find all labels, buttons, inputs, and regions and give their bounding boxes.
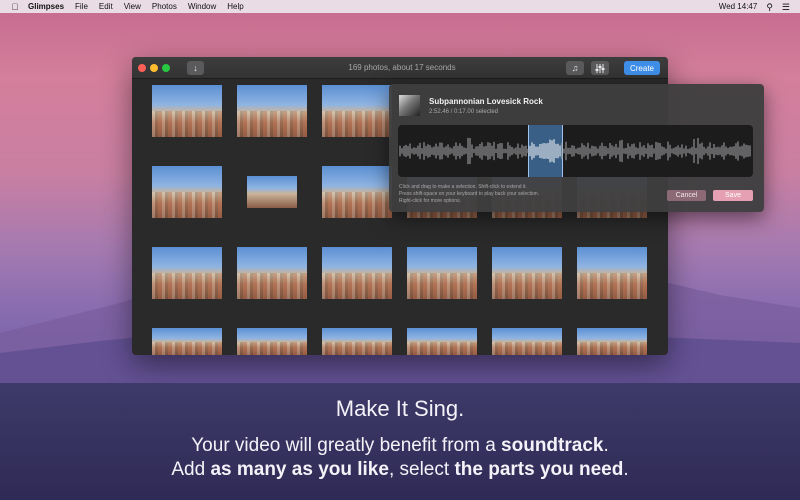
spotlight-search-icon[interactable]: ⚲ (766, 2, 773, 12)
photo-thumbnail[interactable] (152, 247, 222, 299)
photo-thumbnail[interactable] (322, 166, 392, 218)
zoom-window-button[interactable] (162, 64, 170, 72)
caption-emphasis: as many as you like (210, 459, 389, 480)
notification-center-icon[interactable]: ☰ (782, 2, 790, 12)
photo-thumbnail[interactable] (152, 166, 222, 218)
cancel-button[interactable]: Cancel (667, 190, 706, 201)
photo-thumbnail[interactable] (577, 247, 647, 299)
help-line: Click and drag to make a selection. Shif… (399, 184, 527, 190)
track-title: Subpannonian Lovesick Rock (429, 97, 543, 106)
window-titlebar: ↓ 169 photos, about 17 seconds ♫ Create (132, 57, 668, 79)
sliders-icon (595, 63, 605, 73)
caption-text: Add (171, 459, 211, 480)
apple-menu-icon[interactable]:  (10, 2, 20, 12)
menu-photos[interactable]: Photos (152, 2, 177, 11)
window-title: 169 photos, about 17 seconds (348, 63, 456, 72)
photo-thumbnail[interactable] (577, 328, 647, 355)
download-arrow-icon: ↓ (193, 63, 198, 73)
photo-thumbnail[interactable] (407, 247, 477, 299)
caption-emphasis: the parts you need (454, 459, 624, 480)
waveform (399, 137, 751, 165)
menu-file[interactable]: File (75, 2, 88, 11)
menu-clock[interactable]: Wed 14:47 (719, 2, 758, 11)
photo-thumbnail[interactable] (322, 247, 392, 299)
help-line: Press shift-space on your keyboard to pl… (399, 191, 540, 197)
caption-text: , select (388, 459, 455, 480)
photo-thumbnail[interactable] (322, 328, 392, 355)
photo-thumbnail[interactable] (237, 247, 307, 299)
settings-button[interactable] (591, 61, 609, 75)
music-note-icon: ♫ (571, 63, 579, 73)
menu-edit[interactable]: Edit (99, 2, 113, 11)
waveform-editor[interactable] (398, 125, 753, 177)
caption-text: . (603, 435, 609, 456)
menu-help[interactable]: Help (227, 2, 243, 11)
photo-thumbnail[interactable] (237, 166, 307, 218)
menu-window[interactable]: Window (188, 2, 216, 11)
caption-text: . (623, 459, 629, 480)
soundtrack-popover: Subpannonian Lovesick Rock 2:52.46 / 0:1… (389, 84, 764, 212)
menu-app-name[interactable]: Glimpses (28, 2, 64, 11)
photo-thumbnail[interactable] (237, 85, 307, 137)
help-line: Right-click for more options. (399, 198, 461, 204)
save-button[interactable]: Save (713, 190, 753, 201)
import-button[interactable]: ↓ (187, 61, 204, 75)
photo-thumbnail[interactable] (322, 85, 392, 137)
caption-emphasis: soundtrack (501, 435, 604, 456)
photo-thumbnail[interactable] (492, 328, 562, 355)
album-artwork (399, 95, 420, 116)
soundtrack-button[interactable]: ♫ (566, 61, 584, 75)
marketing-caption: Make It Sing. Your video will greatly be… (0, 383, 800, 500)
caption-line-2: Add as many as you like, select the part… (0, 459, 800, 481)
menu-view[interactable]: View (124, 2, 141, 11)
photo-thumbnail[interactable] (152, 85, 222, 137)
track-duration: 2:52.46 / 0:17.00 selected (429, 109, 499, 115)
photo-thumbnail[interactable] (152, 328, 222, 355)
photo-thumbnail[interactable] (237, 328, 307, 355)
photo-thumbnail[interactable] (492, 247, 562, 299)
create-button[interactable]: Create (624, 61, 660, 75)
close-window-button[interactable] (138, 64, 146, 72)
photo-thumbnail[interactable] (407, 328, 477, 355)
headline: Make It Sing. (335, 396, 465, 421)
caption-text: Your video will greatly benefit from a (191, 435, 502, 456)
caption-line-1: Your video will greatly benefit from a s… (0, 435, 800, 457)
menu-bar:  Glimpses File Edit View Photos Window … (0, 0, 800, 13)
help-text: Click and drag to make a selection. Shif… (399, 184, 539, 205)
minimize-window-button[interactable] (150, 64, 158, 72)
